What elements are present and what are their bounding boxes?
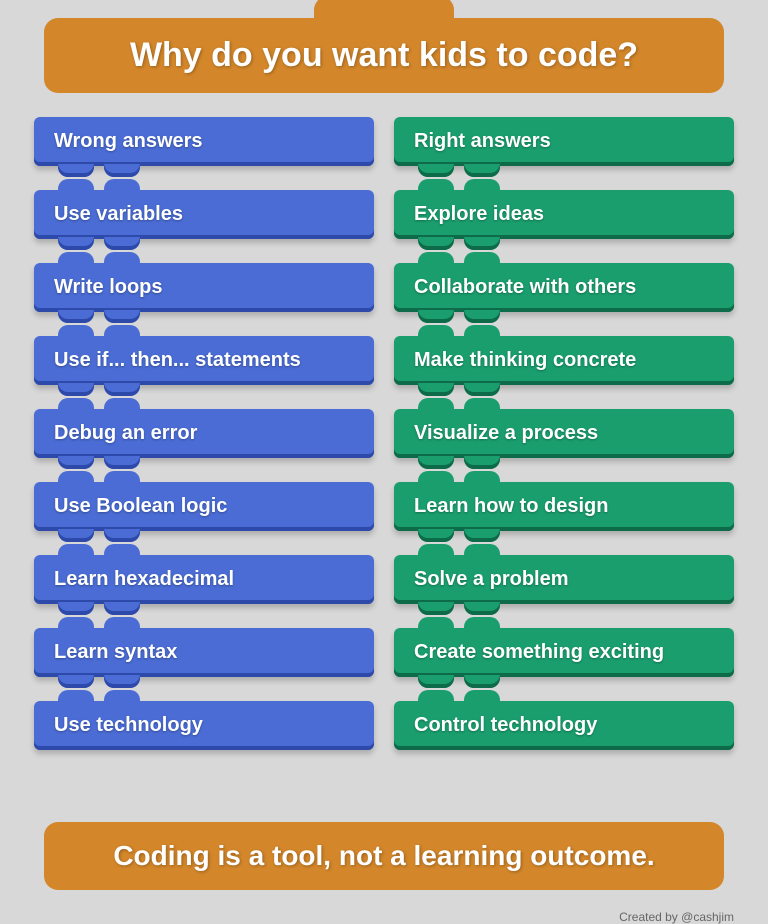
list-item: Debug an error [34,409,374,458]
list-item-label: Wrong answers [54,130,203,152]
list-item-label: Collaborate with others [414,276,636,298]
list-item: Visualize a process [394,409,734,458]
list-item: Explore ideas [394,190,734,239]
left-column: Wrong answers Use variables Write loops Use… [34,117,374,764]
footer-section: Coding is a tool, not a learning outcome… [44,822,724,890]
list-item-label: Explore ideas [414,203,544,225]
list-item: Learn syntax [34,628,374,677]
list-item-label: Create something exciting [414,641,664,663]
list-item: Collaborate with others [394,263,734,312]
list-item: Solve a problem [394,555,734,604]
list-item-label: Learn how to design [414,495,608,517]
header-title: Why do you want kids to code? [74,36,694,75]
footer-text: Coding is a tool, not a learning outcome… [74,840,694,872]
list-item: Write loops [34,263,374,312]
list-item-label: Use Boolean logic [54,495,227,517]
right-column: Right answers Explore ideas Collaborate wi… [394,117,734,764]
list-item: Use if... then... statements [34,336,374,385]
list-item: Control technology [394,701,734,750]
footer-box: Coding is a tool, not a learning outcome… [44,822,724,890]
list-item: Use technology [34,701,374,750]
list-item: Use variables [34,190,374,239]
header-box: Why do you want kids to code? [44,18,724,93]
list-item-label: Write loops [54,276,163,298]
list-item-label: Control technology [414,714,597,736]
main-content: Wrong answers Use variables Write loops Use… [24,117,744,822]
credit-text: Created by @cashjim [34,910,734,924]
list-item: Learn hexadecimal [34,555,374,604]
list-item-label: Use if... then... statements [54,349,301,371]
list-item-label: Make thinking concrete [414,349,636,371]
list-item: Create something exciting [394,628,734,677]
list-item-label: Use technology [54,714,203,736]
list-item: Make thinking concrete [394,336,734,385]
list-item-label: Visualize a process [414,422,598,444]
list-item-label: Learn hexadecimal [54,568,234,590]
header-section: Why do you want kids to code? [44,18,724,93]
list-item: Learn how to design [394,482,734,531]
list-item: Right answers [394,117,734,166]
list-item-label: Solve a problem [414,568,569,590]
list-item: Use Boolean logic [34,482,374,531]
list-item: Wrong answers [34,117,374,166]
list-item-label: Debug an error [54,422,197,444]
list-item-label: Learn syntax [54,641,177,663]
list-item-label: Use variables [54,203,183,225]
list-item-label: Right answers [414,130,551,152]
